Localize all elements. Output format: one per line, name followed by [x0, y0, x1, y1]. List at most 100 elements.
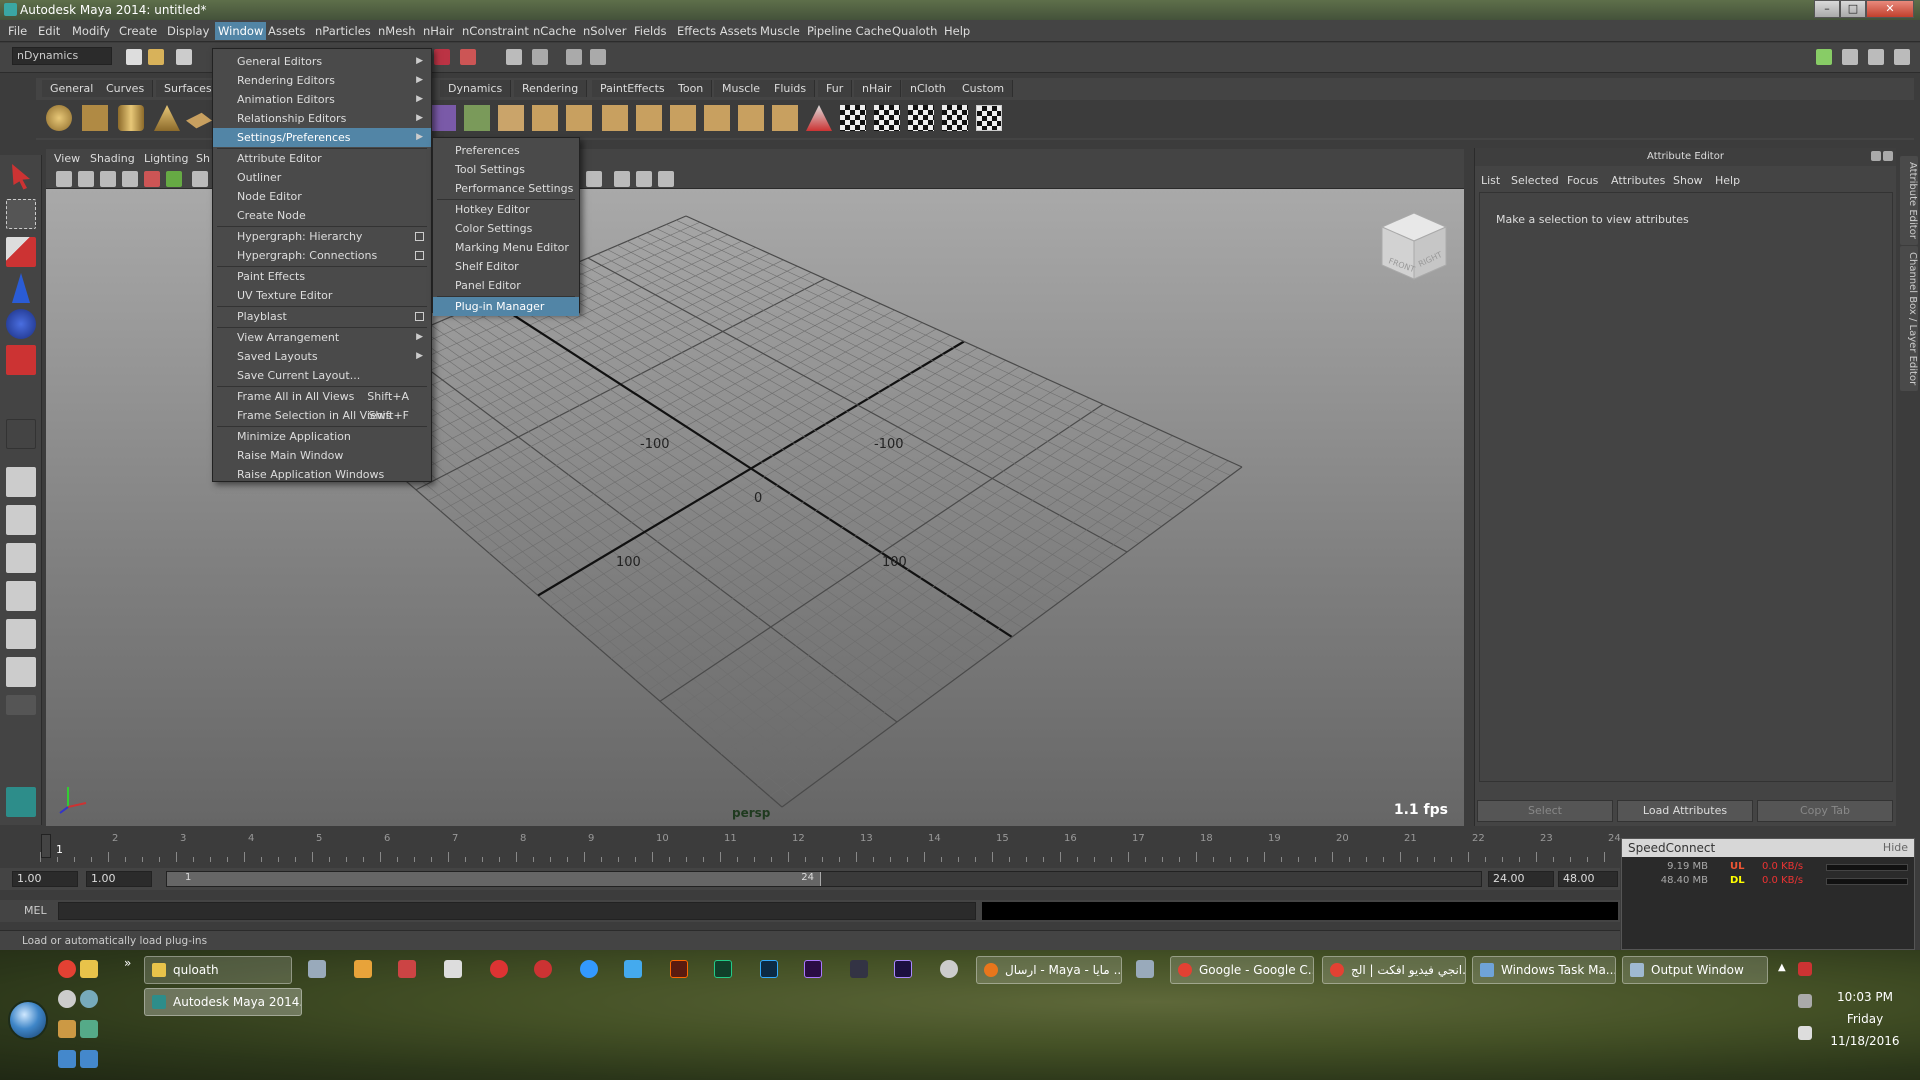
menu-nsolver[interactable]: nSolver	[583, 24, 626, 38]
xray-icon[interactable]	[614, 171, 630, 187]
window-menu-item-outliner[interactable]: Outliner	[213, 168, 431, 187]
attribute-editor-toggle-icon[interactable]	[1842, 49, 1858, 65]
last-tool-icon[interactable]	[6, 419, 36, 449]
ae-menu-focus[interactable]: Focus	[1567, 174, 1598, 187]
settings-item-shelf-editor[interactable]: Shelf Editor	[433, 257, 579, 276]
menu-pipeline-cache[interactable]: Pipeline Cache	[807, 24, 891, 38]
layout-icon[interactable]	[1816, 49, 1832, 65]
shelf-tab-custom[interactable]: Custom	[954, 80, 1014, 97]
menu-help[interactable]: Help	[944, 24, 970, 38]
settings-item-plug-in-manager[interactable]: Plug-in Manager	[433, 297, 579, 316]
taskbar-button-output-window[interactable]: Output Window	[1622, 956, 1768, 984]
window-menu-item-save-current-layout[interactable]: Save Current Layout...	[213, 366, 431, 385]
tray-app-icon-13[interactable]	[850, 960, 868, 978]
cylinder-icon[interactable]	[118, 105, 144, 131]
window-menu-item-rendering-editors[interactable]: Rendering Editors ▶	[213, 71, 431, 90]
constraint-icon-2[interactable]	[566, 105, 592, 131]
xray-joints-icon[interactable]	[636, 171, 652, 187]
tray-app-icon-15[interactable]	[940, 960, 958, 978]
constraint-icon-5[interactable]	[670, 105, 696, 131]
checker-icon-4[interactable]	[942, 105, 968, 131]
taskbar-button-firefox[interactable]: ارسال - Maya - مايا ...	[976, 956, 1122, 984]
close-button[interactable]: ✕	[1866, 0, 1914, 18]
render-settings-icon[interactable]	[590, 49, 606, 65]
range-handle[interactable]: 1 24	[167, 872, 821, 886]
hypershade-layout-icon[interactable]	[6, 619, 36, 649]
menu-display[interactable]: Display	[167, 24, 209, 38]
animation-start-field[interactable]: 1.00	[12, 871, 78, 887]
tray-app-icon-5[interactable]	[490, 960, 508, 978]
shelf-tab-ncloth[interactable]: nCloth	[902, 80, 955, 97]
menu-modify[interactable]: Modify	[72, 24, 110, 38]
menu-nconstraint[interactable]: nConstraint	[462, 24, 529, 38]
after-effects-icon[interactable]	[894, 960, 912, 978]
playback-start-field[interactable]: 1.00	[86, 871, 152, 887]
tray-app-icon-8[interactable]	[624, 960, 642, 978]
menu-set-dropdown[interactable]: nDynamics	[12, 47, 112, 65]
load-attributes-button[interactable]: Load Attributes	[1617, 800, 1753, 822]
scale-tool-icon[interactable]	[6, 345, 36, 375]
checker-icon-1[interactable]	[840, 105, 866, 131]
shelf-tab-muscle[interactable]: Muscle	[714, 80, 770, 97]
ae-menu-help[interactable]: Help	[1715, 174, 1740, 187]
quicklaunch-icon-3[interactable]	[58, 990, 76, 1008]
menu-ncache[interactable]: nCache	[533, 24, 576, 38]
quicklaunch-icon-6[interactable]	[80, 1020, 98, 1038]
resolution-gate-icon[interactable]	[166, 171, 182, 187]
ae-menu-list[interactable]: List	[1481, 174, 1500, 187]
shelf-tab-general[interactable]: General	[42, 80, 103, 97]
system-clock[interactable]: 10:03 PM Friday 11/18/2016	[1820, 986, 1910, 1052]
isolate-select-icon[interactable]	[586, 171, 602, 187]
menu-assets[interactable]: Assets	[268, 24, 305, 38]
window-menu-item-raise-application-windows[interactable]: Raise Application Windows	[213, 465, 431, 484]
shelf-tab-toon[interactable]: Toon	[670, 80, 713, 97]
graph-editor-layout-icon[interactable]	[6, 657, 36, 687]
graph-layout-icon[interactable]	[6, 581, 36, 611]
shelf-tab-fur[interactable]: Fur	[818, 80, 853, 97]
new-scene-icon[interactable]	[126, 49, 142, 65]
animation-end-field[interactable]: 48.00	[1558, 871, 1618, 887]
taskbar-button-maya[interactable]: Autodesk Maya 2014...	[144, 988, 302, 1016]
shelf-tab-rendering[interactable]: Rendering	[514, 80, 588, 97]
settings-item-preferences[interactable]: Preferences	[433, 141, 579, 160]
command-language-label[interactable]: MEL	[24, 904, 47, 917]
move-tool-icon[interactable]	[12, 273, 30, 303]
menu-create[interactable]: Create	[119, 24, 157, 38]
window-menu-item-uv-texture-editor[interactable]: UV Texture Editor	[213, 286, 431, 305]
shelf-tab-fluids[interactable]: Fluids	[766, 80, 816, 97]
constraint-icon-3[interactable]	[602, 105, 628, 131]
explorer-quicklaunch-icon[interactable]	[80, 960, 98, 978]
window-menu-item-create-node[interactable]: Create Node	[213, 206, 431, 225]
tray-app-icon-3[interactable]	[398, 960, 416, 978]
window-menu-item-hypergraph-hierarchy[interactable]: Hypergraph: Hierarchy	[213, 227, 431, 246]
plane-icon[interactable]	[186, 112, 212, 129]
photoshop-icon[interactable]	[760, 960, 778, 978]
ae-menu-show[interactable]: Show	[1673, 174, 1703, 187]
ae-select-button[interactable]: Select	[1477, 800, 1613, 822]
ie-icon[interactable]	[580, 960, 598, 978]
view-cube[interactable]: FRONT RIGHT	[1374, 207, 1454, 297]
speedconnect-hide-button[interactable]: Hide	[1883, 839, 1908, 857]
menu-nparticles[interactable]: nParticles	[315, 24, 371, 38]
window-menu-item-attribute-editor[interactable]: Attribute Editor	[213, 149, 431, 168]
menu-nmesh[interactable]: nMesh	[378, 24, 416, 38]
settings-item-performance-settings[interactable]: Performance Settings	[433, 179, 579, 198]
window-menu-item-node-editor[interactable]: Node Editor	[213, 187, 431, 206]
float-panel-icon[interactable]	[1871, 151, 1881, 161]
menu-muscle[interactable]: Muscle	[760, 24, 800, 38]
shelf-tab-dynamics[interactable]: Dynamics	[440, 80, 512, 97]
render-view-icon[interactable]	[506, 49, 522, 65]
taskbar-button-task-manager[interactable]: Windows Task Ma...	[1472, 956, 1616, 984]
mel-input[interactable]	[58, 902, 976, 920]
taskbar-button-chrome-google[interactable]: Google - Google C...	[1170, 956, 1314, 984]
shelf-tab-painteffects[interactable]: PaintEffects	[592, 80, 674, 97]
nucleus-icon[interactable]	[430, 105, 456, 131]
cone-icon[interactable]	[154, 105, 180, 131]
ae-menu-attributes[interactable]: Attributes	[1611, 174, 1665, 187]
quicklaunch-icon-5[interactable]	[58, 1020, 76, 1038]
taskbar-button-quloath[interactable]: quloath	[144, 956, 292, 984]
tray-app-icon-4[interactable]	[444, 960, 462, 978]
viewport-menu-lighting[interactable]: Lighting	[144, 152, 188, 165]
audition-icon[interactable]	[714, 960, 732, 978]
checker-icon-2[interactable]	[874, 105, 900, 131]
